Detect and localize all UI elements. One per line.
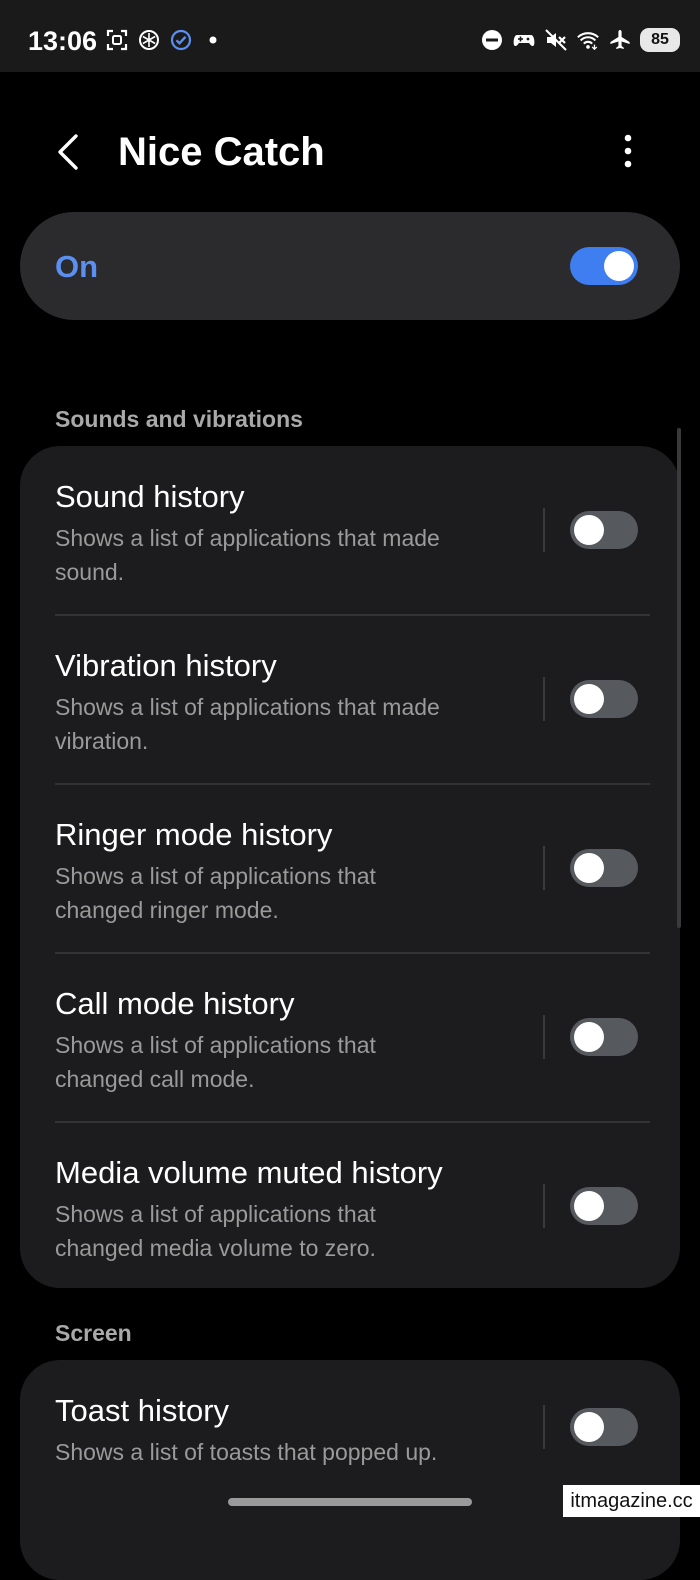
chatgpt-icon [136,27,162,53]
home-indicator[interactable] [228,1498,472,1506]
status-left-icons [104,27,226,53]
setting-title: Vibration history [55,648,277,683]
setting-description: Shows a list of toasts that popped up. [55,1435,535,1469]
description-line: Shows a list of applications that [55,863,376,889]
section-header-sounds-vibrations: Sounds and vibrations [55,406,303,432]
setting-title: Sound history [55,479,245,514]
setting-row-call-mode-history[interactable]: Call mode history Shows a list of applic… [20,953,680,1122]
description-line: changed call mode. [55,1066,255,1092]
toggle-knob [604,251,634,281]
more-options-button[interactable] [610,132,646,172]
setting-title: Media volume muted history [55,1155,443,1190]
dnd-icon [480,27,504,53]
description-line: vibration. [55,728,149,754]
setting-description: Shows a list of applications that made s… [55,521,505,589]
toggle-knob [574,1412,604,1442]
status-time: 13:06 [28,26,98,56]
setting-title: Call mode history [55,986,295,1021]
description-line: Shows a list of applications that made [55,694,440,720]
description-line: Shows a list of toasts that popped up. [55,1439,438,1465]
screen-card: Toast history Shows a list of toasts tha… [20,1360,680,1580]
setting-description: Shows a list of applications that change… [55,1197,505,1265]
battery-indicator: 85 [640,28,680,52]
airplane-icon [608,27,632,53]
setting-row-sound-history[interactable]: Sound history Shows a list of applicatio… [20,446,680,615]
toast-history-toggle[interactable] [570,1408,638,1446]
wifi-icon [576,27,600,53]
chevron-left-icon [58,134,78,170]
ringer-mode-history-toggle[interactable] [570,849,638,887]
setting-row-ringer-mode-history[interactable]: Ringer mode history Shows a list of appl… [20,784,680,953]
screenshot-icon [104,27,130,53]
scrollbar[interactable] [677,428,681,928]
watermark: itmagazine.cc [563,1485,700,1517]
app-header: Nice Catch [0,110,700,192]
status-bar: 13:06 85 [0,0,700,72]
setting-row-vibration-history[interactable]: Vibration history Shows a list of applic… [20,615,680,784]
gamepad-icon [512,27,536,53]
media-volume-muted-history-toggle[interactable] [570,1187,638,1225]
section-header-screen: Screen [55,1320,132,1346]
description-line: Shows a list of applications that made [55,525,440,551]
dot-icon [200,27,226,53]
setting-description: Shows a list of applications that made v… [55,690,505,758]
toggle-knob [574,684,604,714]
description-line: changed media volume to zero. [55,1235,376,1261]
vertical-divider [543,1015,545,1059]
vertical-divider [543,846,545,890]
setting-description: Shows a list of applications that change… [55,1028,505,1096]
master-switch-label: On [55,249,99,284]
page-title: Nice Catch [118,130,325,174]
vertical-divider [543,508,545,552]
vertical-divider [543,1184,545,1228]
master-toggle[interactable] [570,247,638,285]
sound-history-toggle[interactable] [570,511,638,549]
vertical-divider [543,677,545,721]
description-line: Shows a list of applications that [55,1201,376,1227]
toggle-knob [574,1191,604,1221]
description-line: sound. [55,559,125,585]
call-mode-history-toggle[interactable] [570,1018,638,1056]
more-vertical-icon [624,134,632,168]
setting-title: Toast history [55,1393,230,1428]
description-line: changed ringer mode. [55,897,279,923]
mute-icon [544,27,568,53]
description-line: Shows a list of applications that [55,1032,376,1058]
sounds-vibrations-card: Sound history Shows a list of applicatio… [20,446,680,1288]
vibration-history-toggle[interactable] [570,680,638,718]
vertical-divider [543,1405,545,1449]
toggle-knob [574,853,604,883]
back-button[interactable] [48,128,88,176]
check-badge-icon [168,27,194,53]
setting-description: Shows a list of applications that change… [55,859,505,927]
toggle-knob [574,515,604,545]
status-right-icons: 85 [480,27,680,53]
setting-title: Ringer mode history [55,817,333,852]
toggle-knob [574,1022,604,1052]
setting-row-toast-history[interactable]: Toast history Shows a list of toasts tha… [20,1360,680,1500]
master-switch-bar[interactable]: On [20,212,680,320]
setting-row-media-volume-muted-history[interactable]: Media volume muted history Shows a list … [20,1122,680,1288]
